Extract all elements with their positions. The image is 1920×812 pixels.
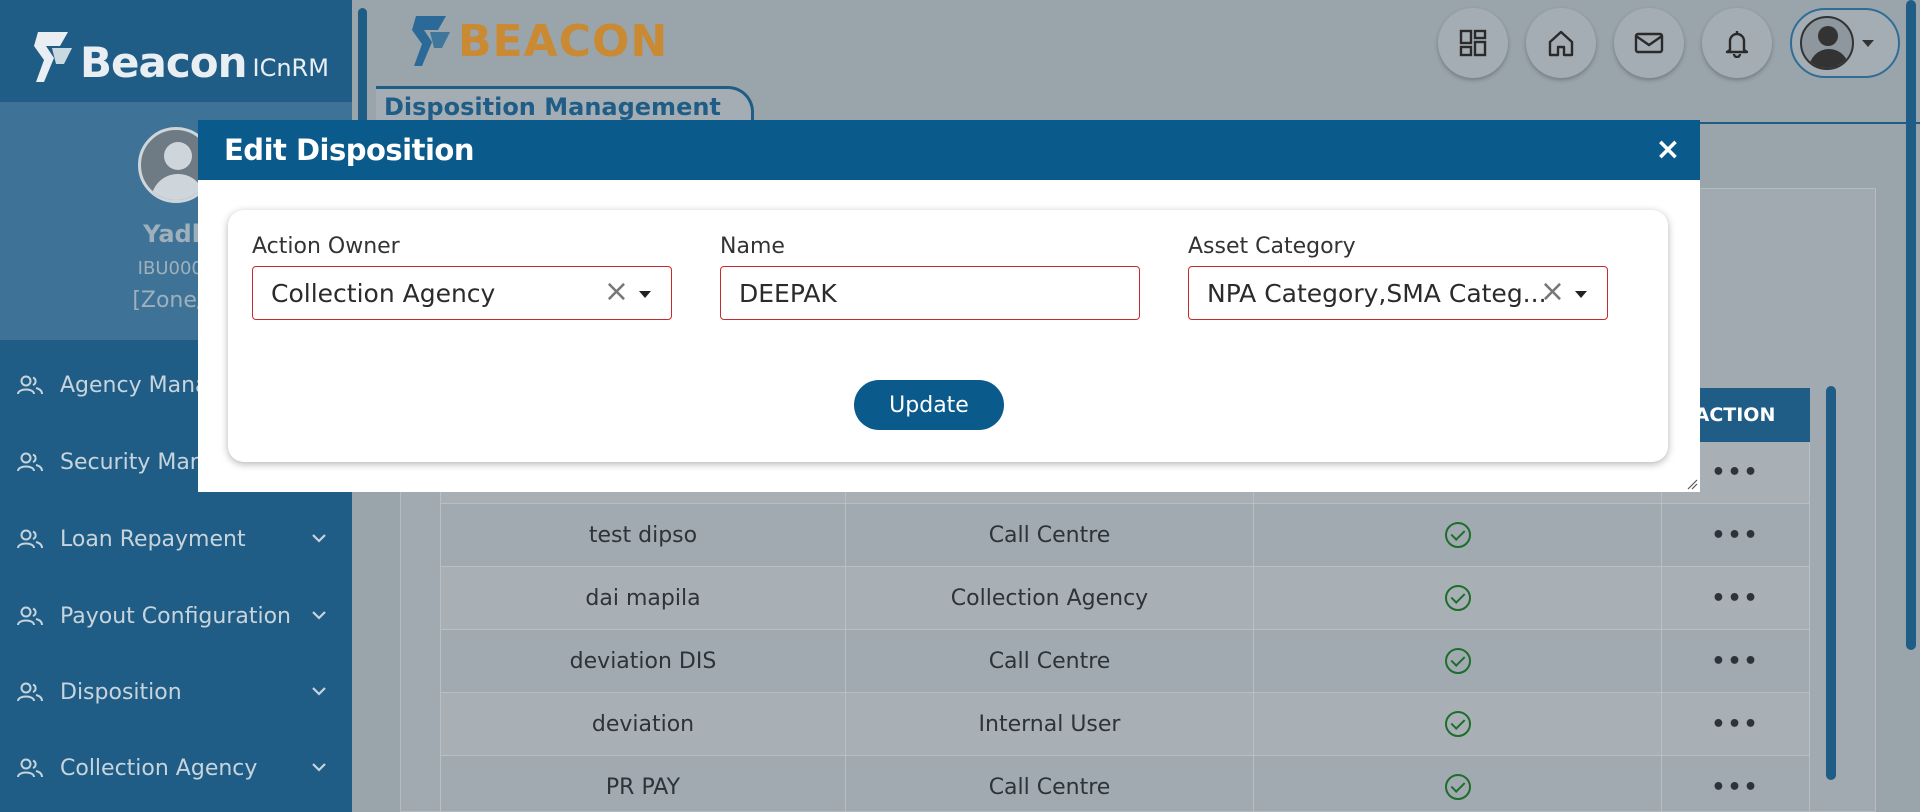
chevron-down-icon [312, 687, 326, 696]
modal-header: Edit Disposition × [198, 120, 1700, 180]
table-cell-name: deviation DIS [440, 630, 846, 692]
table-cell-name: deviation [440, 693, 846, 755]
table-cell-status [1254, 756, 1662, 812]
check-circle-icon [1444, 648, 1471, 674]
caret-down-icon [1862, 39, 1874, 47]
name-label: Name [720, 234, 785, 259]
chevron-down-icon [312, 763, 326, 772]
sidebar-item-loan-repayment[interactable]: Loan Repayment [0, 511, 352, 567]
table-row: test dipso Call Centre ••• [440, 504, 1810, 567]
beacon-logo-icon [412, 16, 450, 66]
asset-category-label: Asset Category [1188, 234, 1356, 259]
action-owner-select[interactable]: Collection Agency × [252, 266, 672, 320]
bell-icon [1725, 31, 1749, 58]
table-cell-name: test dipso [440, 504, 846, 566]
page-title: Disposition Management [376, 86, 754, 124]
table-cell-owner: Internal User [846, 693, 1254, 755]
table-cell-owner: Call Centre [846, 756, 1254, 812]
check-circle-icon [1444, 774, 1471, 800]
header-logo: BEACON [408, 14, 668, 68]
table-row: dai mapila Collection Agency ••• [440, 567, 1810, 630]
sidebar-item-label: Agency Mana [60, 372, 209, 398]
table-cell-name: PR PAY [440, 756, 846, 812]
modal-title: Edit Disposition [224, 133, 475, 167]
header-logo-text: BEACON [458, 15, 669, 67]
resize-grip-icon[interactable] [1686, 478, 1698, 490]
sidebar-item-payout-configuration[interactable]: Payout Configuration [0, 588, 352, 644]
sidebar-item-label: Loan Repayment [60, 526, 246, 552]
table-cell-status [1254, 567, 1662, 629]
action-owner-value: Collection Agency [271, 278, 496, 308]
more-actions-button[interactable]: ••• [1662, 693, 1810, 755]
sidebar-item-label: Collection Agency [60, 755, 258, 781]
table-cell-status [1254, 504, 1662, 566]
name-value: DEEPAK [739, 278, 837, 308]
table-cell-owner: Call Centre [846, 504, 1254, 566]
users-icon [17, 606, 43, 626]
more-actions-button[interactable]: ••• [1662, 630, 1810, 692]
table-cell-status [1254, 630, 1662, 692]
caret-down-icon[interactable] [1575, 291, 1587, 298]
table-cell-owner: Call Centre [846, 630, 1254, 692]
more-actions-button[interactable]: ••• [1662, 504, 1810, 566]
users-icon [17, 529, 43, 549]
asset-category-select[interactable]: NPA Category,SMA Categ... × [1188, 266, 1608, 320]
mail-icon [1634, 32, 1664, 54]
users-icon [17, 452, 43, 472]
clear-icon[interactable]: × [604, 277, 629, 307]
table-row: PR PAY Call Centre ••• [440, 756, 1810, 812]
users-icon [17, 758, 43, 778]
check-circle-icon [1444, 522, 1471, 548]
table-cell-status [1254, 693, 1662, 755]
users-icon [17, 682, 43, 702]
name-field[interactable]: DEEPAK [720, 266, 1140, 320]
chevron-down-icon [312, 534, 326, 543]
brand-name: Beacon [80, 38, 247, 87]
sidebar-item-label: Payout Configuration [60, 603, 291, 629]
notifications-button[interactable] [1702, 8, 1772, 78]
table-scrollbar[interactable] [1826, 386, 1836, 780]
sidebar-item-disposition[interactable]: Disposition [0, 664, 352, 720]
users-icon [17, 375, 43, 395]
modal-form: Action Owner Collection Agency × Name DE… [228, 210, 1668, 462]
edit-disposition-modal: Edit Disposition × Action Owner Collecti… [198, 120, 1700, 492]
avatar [1800, 16, 1854, 70]
sidebar-item-collection-agency[interactable]: Collection Agency [0, 740, 352, 796]
close-icon[interactable]: × [1654, 135, 1682, 165]
caret-down-icon[interactable] [639, 291, 651, 298]
mail-button[interactable] [1614, 8, 1684, 78]
action-owner-label: Action Owner [252, 234, 400, 259]
sidebar-brand: Beacon ICnRM [30, 24, 329, 84]
table-cell-name: dai mapila [440, 567, 846, 629]
dashboard-button[interactable] [1438, 8, 1508, 78]
more-actions-button[interactable]: ••• [1662, 567, 1810, 629]
table-cell-owner: Collection Agency [846, 567, 1254, 629]
check-circle-icon [1444, 711, 1471, 737]
asset-category-value: NPA Category,SMA Categ... [1207, 278, 1547, 308]
table-row: deviation Internal User ••• [440, 693, 1810, 756]
more-actions-button[interactable]: ••• [1662, 756, 1810, 812]
user-menu-button[interactable] [1790, 8, 1900, 78]
check-circle-icon [1444, 585, 1471, 611]
update-button[interactable]: Update [854, 380, 1004, 430]
home-button[interactable] [1526, 8, 1596, 78]
table-row: deviation DIS Call Centre ••• [440, 630, 1810, 693]
home-icon [1548, 30, 1574, 57]
beacon-logo-icon [34, 32, 72, 82]
page-scrollbar[interactable] [1906, 0, 1916, 650]
chevron-down-icon [312, 611, 326, 620]
dashboard-icon [1459, 29, 1487, 57]
brand-sub: ICnRM [252, 54, 329, 82]
clear-icon[interactable]: × [1540, 277, 1565, 307]
sidebar-item-label: Disposition [60, 679, 182, 705]
sidebar-item-label: Security Man [60, 449, 204, 475]
header-icons [1438, 8, 1772, 78]
